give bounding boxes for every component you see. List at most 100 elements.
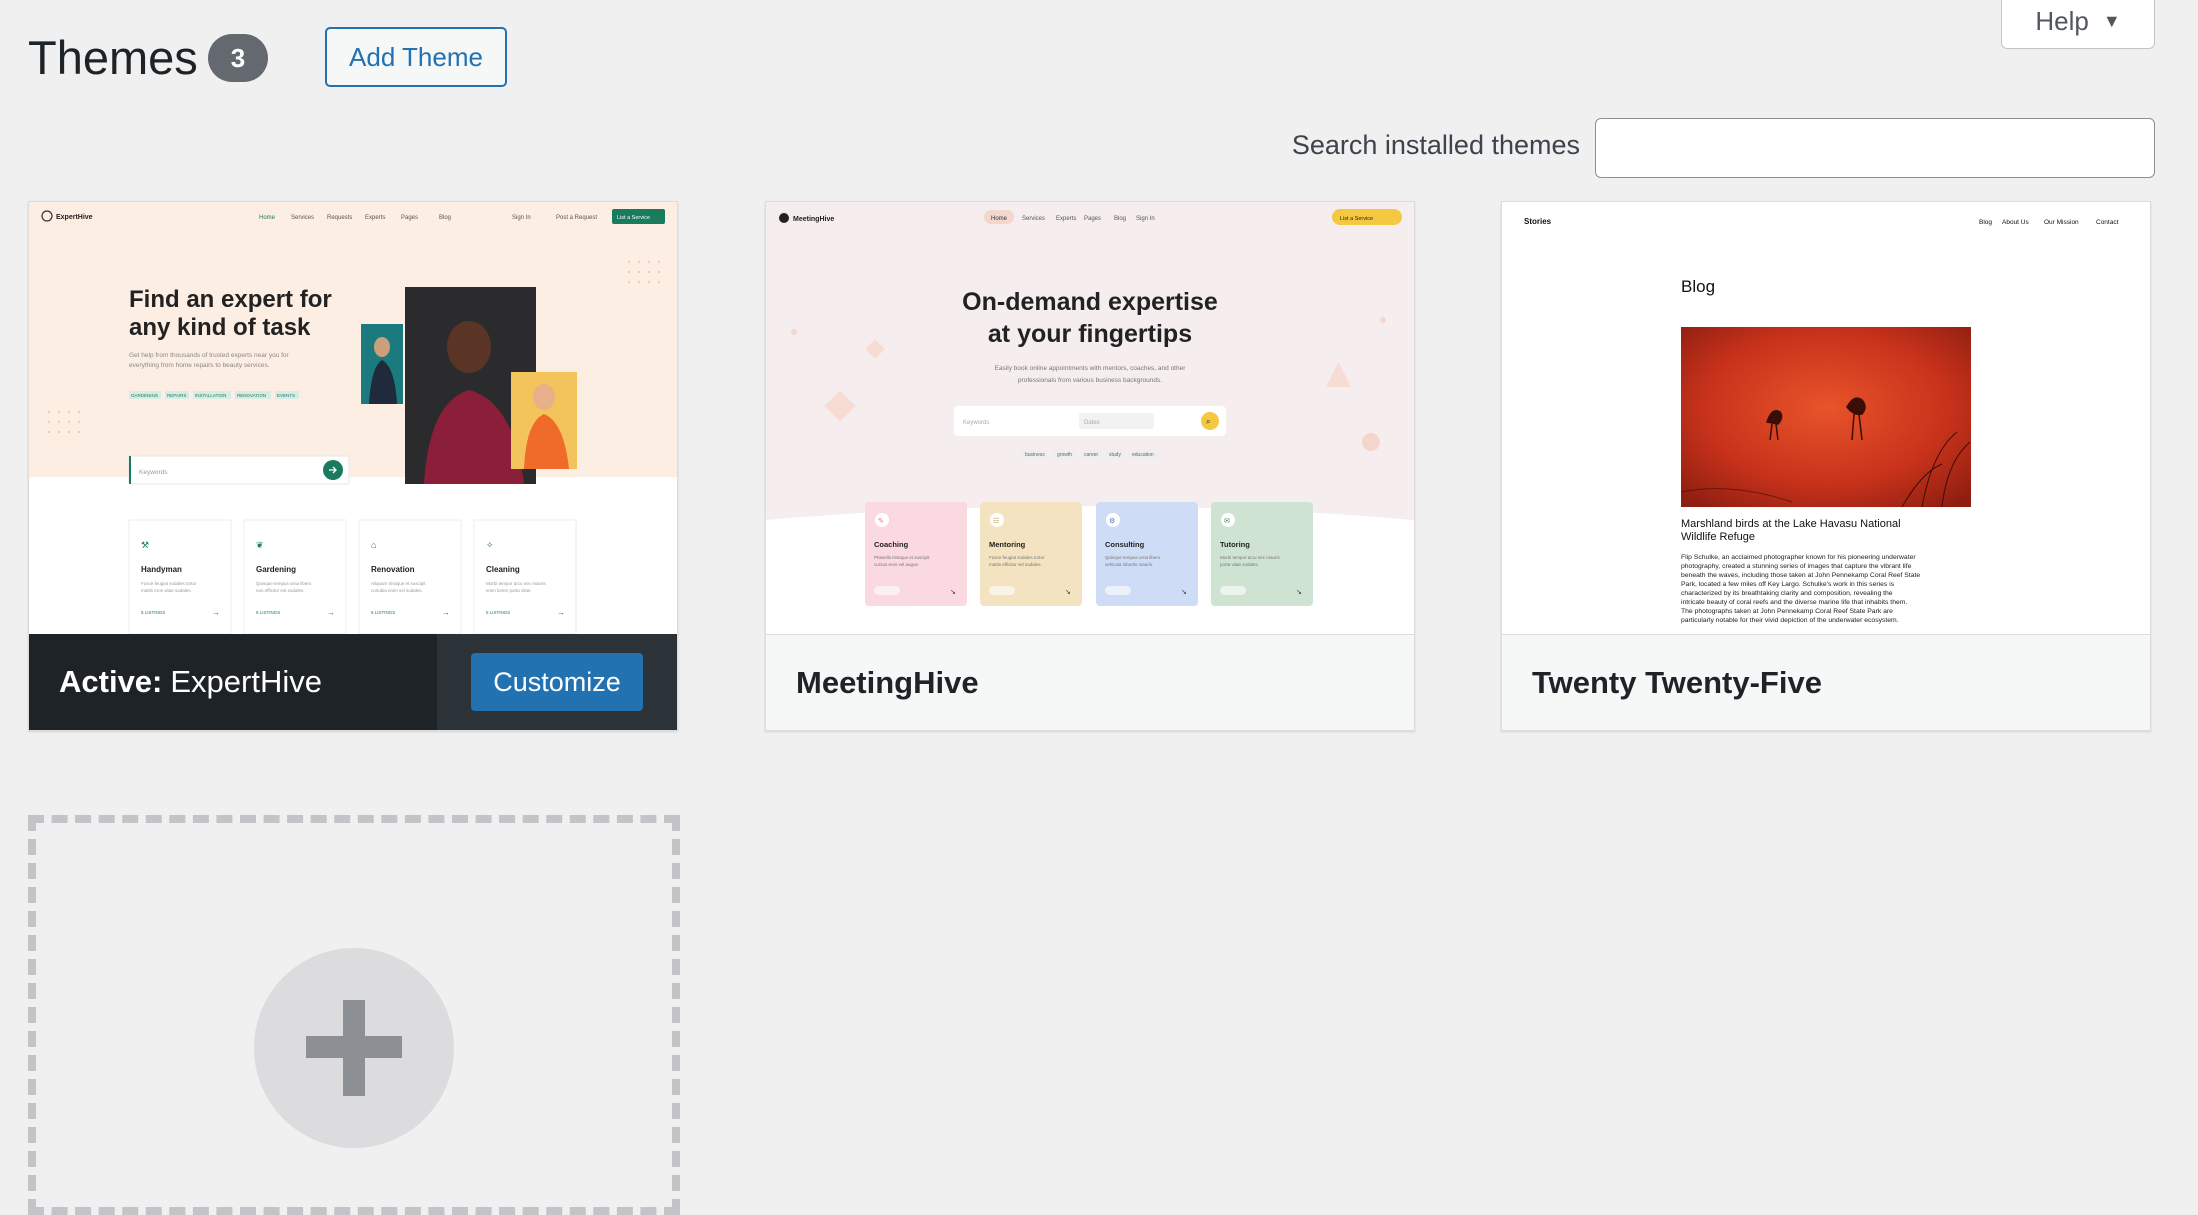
svg-text:☷: ☷ [993,518,999,525]
svg-text:↘: ↘ [1296,589,1302,596]
svg-text:MeetingHive: MeetingHive [793,216,834,223]
svg-text:Sign In: Sign In [1136,216,1155,222]
svg-text:✎: ✎ [878,518,884,525]
theme-screenshot: MeetingHive Home Services Experts Pages … [766,202,1414,634]
theme-screenshot: ExpertHive Home Services Requests Expert… [29,202,677,634]
svg-text:Marshland birds at the Lake Ha: Marshland birds at the Lake Havasu Natio… [1681,518,1901,530]
svg-text:→: → [557,608,565,617]
preview-logo: ExpertHive [56,214,93,221]
svg-text:Blog: Blog [1979,219,1992,226]
svg-text:REPAIRS: REPAIRS [167,393,186,398]
svg-text:INSTALLATION: INSTALLATION [195,393,226,398]
active-prefix: Active: [59,664,163,699]
svg-text:non efficitur est sodales.: non efficitur est sodales. [256,588,304,593]
svg-text:Contact: Contact [2096,219,2119,226]
theme-name: ExpertHive [170,664,322,699]
svg-text:List a Service: List a Service [617,215,650,221]
svg-text:5 LISTINGS: 5 LISTINGS [141,610,165,615]
svg-text:5 LISTINGS: 5 LISTINGS [486,610,510,615]
svg-text:mattis eros vitae sodales.: mattis eros vitae sodales. [141,588,192,593]
svg-text:Aliquam tristique et suscipit: Aliquam tristique et suscipit [371,581,426,586]
svg-text:conubia enim vel sodales.: conubia enim vel sodales. [371,588,423,593]
svg-text:✧: ✧ [486,540,494,550]
svg-text:Services: Services [291,215,314,221]
svg-text:→: → [327,608,335,617]
svg-text:everything from home repairs t: everything from home repairs to beauty s… [129,362,270,369]
svg-text:Requests: Requests [327,215,352,221]
svg-text:Home: Home [259,215,276,221]
customize-area: Customize [437,634,677,730]
svg-text:↘: ↘ [1065,589,1071,596]
svg-text:Quisque tempus urna libero: Quisque tempus urna libero [256,581,312,586]
svg-text:5 LISTINGS: 5 LISTINGS [371,610,395,615]
svg-text:Pages: Pages [1084,216,1101,222]
experthive-preview: ExpertHive Home Services Requests Expert… [29,202,677,634]
svg-text:business: business [1025,452,1045,458]
svg-text:particularly notable for their: particularly notable for their vivid dep… [1681,617,1899,624]
theme-card-twenty-twenty-five[interactable]: Stories Blog About Us Our Mission Contac… [1501,201,2151,731]
svg-text:Renovation: Renovation [371,565,415,574]
twentytwentyfive-preview: Stories Blog About Us Our Mission Contac… [1502,202,2150,634]
svg-text:vehicula lobortis mauris.: vehicula lobortis mauris. [1105,562,1153,567]
svg-text:❦: ❦ [256,540,264,550]
svg-text:Consulting: Consulting [1105,540,1145,549]
theme-name-bar: Twenty Twenty-Five [1502,634,2150,730]
svg-text:Experts: Experts [1056,216,1076,222]
add-new-theme-tile[interactable] [28,815,680,1215]
svg-text:✉: ✉ [1224,518,1230,525]
svg-text:⚙: ⚙ [1109,517,1115,525]
search-input[interactable] [1595,118,2155,178]
theme-name-bar: MeetingHive [766,634,1414,730]
theme-card-experthive[interactable]: ExpertHive Home Services Requests Expert… [28,201,678,731]
svg-text:Handyman: Handyman [141,565,182,574]
theme-name-bar: Active: ExpertHive Customize [29,634,677,730]
svg-text:Experts: Experts [365,215,385,221]
svg-text:Fusce feugiat sodales tortor: Fusce feugiat sodales tortor [141,581,197,586]
svg-text:Dates: Dates [1084,420,1100,426]
svg-text:Wildlife Refuge: Wildlife Refuge [1681,531,1755,543]
svg-text:List a Service: List a Service [1340,216,1373,222]
svg-text:→: → [442,608,450,617]
theme-name: MeetingHive [796,664,979,700]
svg-text:growth: growth [1057,452,1072,458]
theme-name: Twenty Twenty-Five [1532,664,1822,700]
help-button[interactable]: Help ▼ [2001,0,2155,49]
svg-text:About Us: About Us [2002,219,2029,226]
svg-text:career: career [1084,452,1099,458]
add-theme-button[interactable]: Add Theme [325,27,507,87]
svg-text:Keywords: Keywords [963,420,989,426]
svg-text:↘: ↘ [1181,589,1187,596]
svg-text:education: education [1132,452,1154,458]
svg-text:Post a Request: Post a Request [556,215,597,221]
svg-text:characterized by its breathtak: characterized by its breathtaking clarit… [1681,590,1893,597]
svg-text:On-demand expertise: On-demand expertise [962,288,1218,316]
svg-text:Get help from thousands of tru: Get help from thousands of trusted exper… [129,352,290,359]
meetinghive-preview: MeetingHive Home Services Experts Pages … [766,202,1414,634]
svg-text:study: study [1109,452,1121,458]
theme-screenshot: Stories Blog About Us Our Mission Contac… [1502,202,2150,634]
svg-text:Home: Home [991,216,1008,222]
caret-down-icon: ▼ [2102,10,2121,31]
svg-text:Flip Schulke, an acclaimed pho: Flip Schulke, an acclaimed photographer … [1681,554,1916,561]
svg-text:5 LISTINGS: 5 LISTINGS [256,610,280,615]
svg-text:EVENTS: EVENTS [277,393,295,398]
svg-text:Pages: Pages [401,215,418,221]
svg-text:beneath the waves, including t: beneath the waves, including those taken… [1681,572,1920,579]
svg-text:enim lorem porta vitae.: enim lorem porta vitae. [486,588,532,593]
svg-text:any kind of task: any kind of task [129,314,311,341]
svg-text:⚒: ⚒ [141,540,149,550]
svg-text:intricate beauty of coral reef: intricate beauty of coral reefs and the … [1681,599,1907,606]
theme-card-meetinghive[interactable]: MeetingHive Home Services Experts Pages … [765,201,1415,731]
svg-text:Our Mission: Our Mission [2044,219,2079,226]
svg-text:Phasells tristique et suscipit: Phasells tristique et suscipit [874,555,930,560]
customize-button[interactable]: Customize [471,653,643,711]
svg-text:Blog: Blog [1114,216,1126,222]
svg-text:→: → [212,608,220,617]
svg-text:Stories: Stories [1524,217,1552,226]
svg-text:The photographs taken at John: The photographs taken at John Pennekamp … [1681,608,1893,615]
svg-text:Keywords: Keywords [139,469,168,476]
active-theme-name: Active: ExpertHive [29,634,437,730]
svg-text:Gardening: Gardening [256,565,296,574]
svg-text:Sign In: Sign In [512,215,531,221]
svg-text:Morbi tempor arcu nec mauris: Morbi tempor arcu nec mauris [1220,555,1281,560]
